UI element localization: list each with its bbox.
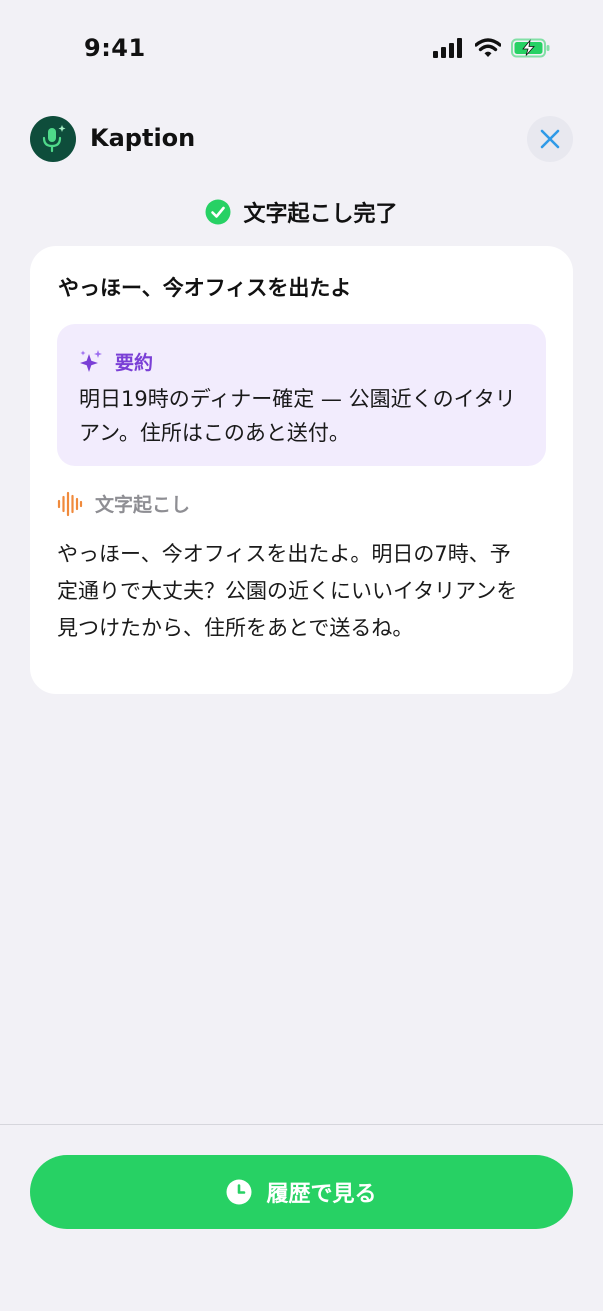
summary-header: 要約 bbox=[79, 348, 153, 375]
app-icon bbox=[30, 116, 76, 162]
close-button[interactable] bbox=[527, 116, 573, 162]
waveform-icon bbox=[57, 491, 83, 516]
transcription-status: 文字起こし完了 bbox=[0, 196, 603, 229]
footer-divider bbox=[0, 1124, 603, 1125]
microphone-sparkle-icon bbox=[42, 125, 66, 153]
status-label: 文字起こし完了 bbox=[243, 202, 398, 227]
app-name: Kaption bbox=[90, 124, 196, 152]
app-header: Kaption bbox=[30, 116, 573, 162]
transcript-text: やっほー、今オフィスを出たよ。明日の7時、予定通りで大丈夫？公園の近くにいいイタ… bbox=[57, 542, 518, 640]
checkmark-circle-icon bbox=[205, 199, 231, 225]
wifi-icon bbox=[475, 38, 501, 57]
summary-label: 要約 bbox=[115, 352, 154, 374]
message-title: やっほー、今オフィスを出たよ bbox=[58, 276, 352, 300]
transcript-label: 文字起こし bbox=[95, 494, 191, 516]
view-history-button[interactable]: 履歴で見る bbox=[30, 1155, 573, 1229]
signal-icon bbox=[433, 38, 462, 58]
status-bar: 9:41 bbox=[0, 0, 603, 100]
summary-box: 要約 明日19時のディナー確定 — 公園近くのイタリアン。住所はこのあと送付。 bbox=[57, 324, 546, 466]
transcript-header: 文字起こし bbox=[57, 490, 190, 517]
clock-icon bbox=[226, 1179, 252, 1205]
status-time: 9:41 bbox=[84, 34, 146, 62]
status-icons bbox=[433, 38, 551, 58]
summary-text: 明日19時のディナー確定 — 公園近くのイタリアン。住所はこのあと送付。 bbox=[79, 387, 516, 445]
close-icon bbox=[540, 129, 560, 149]
sparkles-icon bbox=[80, 349, 102, 372]
view-history-label: 履歴で見る bbox=[266, 1182, 377, 1207]
battery-charging-icon bbox=[511, 38, 550, 58]
